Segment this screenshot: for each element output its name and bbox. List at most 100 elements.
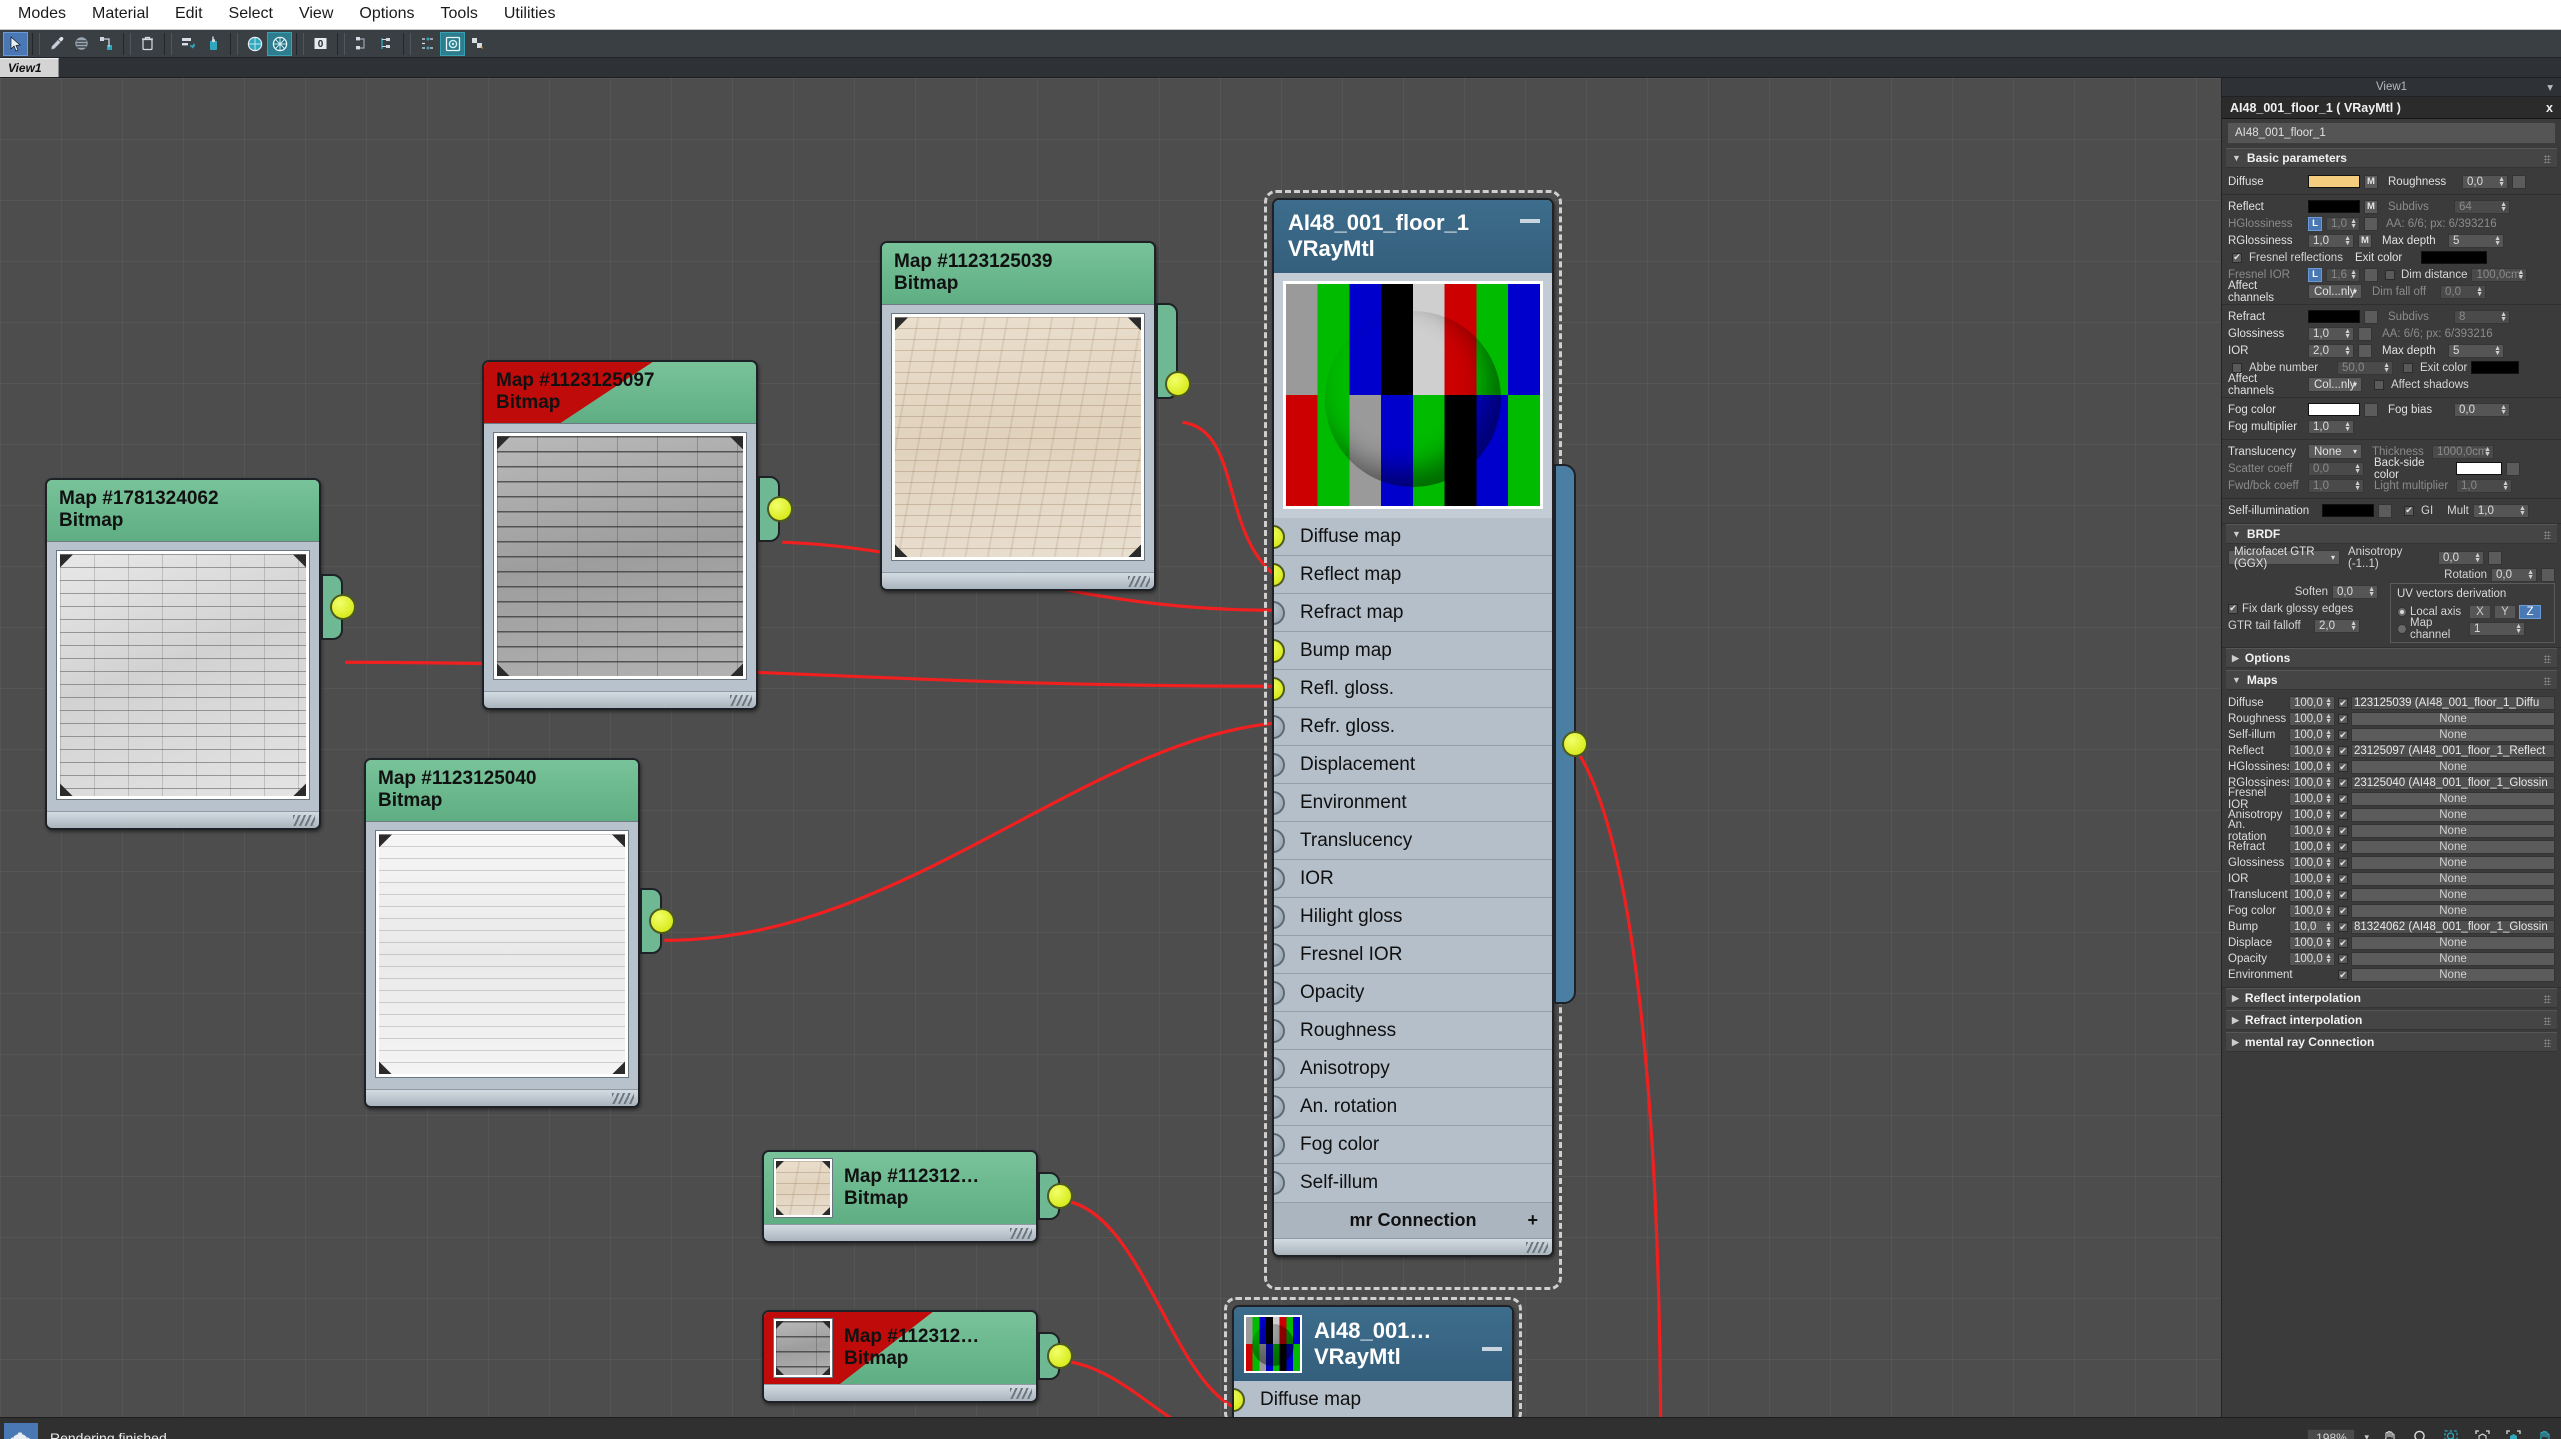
slot-socket[interactable] bbox=[1274, 1132, 1285, 1157]
map-enable-checkbox[interactable]: ✔ bbox=[2338, 778, 2348, 788]
map-enable-checkbox[interactable]: ✔ bbox=[2338, 762, 2348, 772]
slot-ior[interactable]: IOR bbox=[1274, 860, 1552, 898]
dim-distance-spinner[interactable]: 100,0cm ▲ ▼ bbox=[2471, 267, 2528, 282]
map-enable-checkbox[interactable]: ✔ bbox=[2338, 746, 2348, 756]
select-by-material-icon[interactable] bbox=[440, 31, 465, 56]
node-header[interactable]: Map #1123125040 Bitmap bbox=[366, 760, 638, 822]
slot-socket[interactable] bbox=[1274, 828, 1285, 853]
self-illumination-color-swatch[interactable] bbox=[2322, 504, 2374, 517]
gtr-tail-falloff-spinner[interactable]: 2,0 ▲ ▼ bbox=[2314, 618, 2360, 633]
map-amount-spinner[interactable]: 100,0 ▲ ▼ bbox=[2289, 872, 2335, 886]
slot-socket[interactable] bbox=[1274, 1171, 1285, 1195]
affect-channels-dropdown[interactable]: Col...nly ▾ bbox=[2308, 284, 2362, 299]
scatter-coeff-spinner[interactable]: 0,0 ▲ ▼ bbox=[2308, 461, 2364, 476]
node-header[interactable]: Map #1123125039 Bitmap bbox=[882, 243, 1154, 305]
map-enable-checkbox[interactable]: ✔ bbox=[2338, 906, 2348, 916]
rollout-refract-interpolation[interactable]: ▶ Refract interpolation bbox=[2226, 1010, 2557, 1030]
node-header[interactable]: Map #112312… Bitmap bbox=[764, 1312, 1036, 1384]
chevron-down-icon[interactable]: ▾ bbox=[2364, 1432, 2369, 1439]
map-enable-checkbox[interactable]: ✔ bbox=[2338, 714, 2348, 724]
map-enable-checkbox[interactable]: ✔ bbox=[2338, 858, 2348, 868]
fresnel-ior-spinner[interactable]: 1,6 ▲ ▼ bbox=[2326, 267, 2360, 282]
roughness-spinner[interactable]: 0,0 ▲ ▼ bbox=[2462, 174, 2508, 189]
node-minimize-button[interactable] bbox=[1482, 1346, 1502, 1351]
map-enable-checkbox[interactable]: ✔ bbox=[2338, 970, 2348, 980]
slot-socket[interactable] bbox=[1274, 866, 1285, 891]
map-amount-spinner[interactable]: 100,0 ▲ ▼ bbox=[2289, 824, 2335, 838]
zoom-extents-selected-icon[interactable] bbox=[2502, 1427, 2524, 1439]
map-amount-spinner[interactable]: 100,0 ▲ ▼ bbox=[2289, 728, 2335, 742]
dim-falloff-spinner[interactable]: 0,0 ▲ ▼ bbox=[2440, 284, 2486, 299]
node-output-socket[interactable] bbox=[1047, 1343, 1073, 1369]
roughness-map-button[interactable]: M bbox=[2512, 174, 2526, 189]
refract-color-swatch[interactable] bbox=[2308, 310, 2360, 323]
menu-item-options[interactable]: Options bbox=[347, 3, 428, 26]
ior-spinner[interactable]: 2,0 ▲ ▼ bbox=[2308, 343, 2354, 358]
fog-color-swatch[interactable] bbox=[2308, 403, 2360, 416]
slot-refr-gloss[interactable]: Refr. gloss. bbox=[1274, 708, 1552, 746]
map-slot-button[interactable]: None bbox=[2351, 712, 2555, 726]
node-scrollbar[interactable] bbox=[764, 1224, 1036, 1241]
slot-socket[interactable] bbox=[1274, 524, 1285, 549]
node-canvas[interactable]: Map #1781324062 Bitmap Map #1123125097 B… bbox=[0, 78, 2221, 1417]
reflect-map-button[interactable]: M bbox=[2364, 199, 2378, 214]
map-slot-button[interactable]: None bbox=[2351, 936, 2555, 950]
bitmap-node-112312-a[interactable]: Map #112312… Bitmap bbox=[762, 1150, 1073, 1243]
slot-socket[interactable] bbox=[1274, 980, 1285, 1005]
map-enable-checkbox[interactable]: ✔ bbox=[2338, 938, 2348, 948]
map-amount-spinner[interactable]: 100,0 ▲ ▼ bbox=[2289, 856, 2335, 870]
bitmap-node-112312-b[interactable]: Map #112312… Bitmap bbox=[762, 1310, 1073, 1403]
zoom-region-icon[interactable] bbox=[2440, 1427, 2462, 1439]
rotation-spinner[interactable]: 0,0 ▲ ▼ bbox=[2491, 567, 2537, 582]
anisotropy-spinner[interactable]: 0,0 ▲ ▼ bbox=[2438, 550, 2484, 565]
map-amount-spinner[interactable]: 100,0 ▲ ▼ bbox=[2289, 888, 2335, 902]
map-enable-checkbox[interactable]: ✔ bbox=[2338, 890, 2348, 900]
node-scrollbar[interactable] bbox=[366, 1089, 638, 1107]
material-preview[interactable] bbox=[1283, 281, 1543, 509]
soften-spinner[interactable]: 0,0 ▲ ▼ bbox=[2332, 584, 2378, 599]
bitmap-node-1123125039[interactable]: Map #1123125039 Bitmap bbox=[880, 241, 1191, 592]
refract-affect-channels-dropdown[interactable]: Col...nly ▾ bbox=[2308, 377, 2362, 392]
material-preview[interactable] bbox=[1244, 1315, 1302, 1373]
map-slot-button[interactable]: 23125097 (AI48_001_floor_1_Reflect bbox=[2351, 744, 2555, 758]
map-amount-spinner[interactable]: 100,0 ▲ ▼ bbox=[2289, 744, 2335, 758]
map-slot-button[interactable]: None bbox=[2351, 904, 2555, 918]
slot-refract-map[interactable]: Refract map bbox=[1274, 594, 1552, 632]
node-header[interactable]: Map #1781324062 Bitmap bbox=[47, 480, 319, 542]
map-amount-spinner[interactable]: 100,0 ▲ ▼ bbox=[2289, 696, 2335, 710]
menu-item-select[interactable]: Select bbox=[217, 3, 287, 26]
mr-connection-rollout[interactable]: mr Connection + bbox=[1274, 1202, 1552, 1238]
exit-color-swatch[interactable] bbox=[2420, 251, 2487, 264]
node-output-socket[interactable] bbox=[649, 908, 675, 934]
map-channel-spinner[interactable]: 1 ▲ ▼ bbox=[2469, 621, 2525, 636]
node-header[interactable]: AI48_001… VRayMtl bbox=[1234, 1307, 1512, 1381]
slot-displacement[interactable]: Displacement bbox=[1274, 746, 1552, 784]
brdf-type-dropdown[interactable]: Microfacet GTR (GGX) ▾ bbox=[2228, 546, 2340, 570]
map-slot-button[interactable]: 123125039 (AI48_001_floor_1_Diffu bbox=[2351, 696, 2555, 710]
show-background-icon[interactable] bbox=[267, 31, 292, 56]
delete-selected-icon[interactable] bbox=[135, 32, 160, 56]
slot-socket[interactable] bbox=[1274, 904, 1285, 929]
close-icon[interactable]: x bbox=[2546, 101, 2553, 115]
map-slot-button[interactable]: None bbox=[2351, 728, 2555, 742]
map-slot-button[interactable]: 81324062 (AI48_001_floor_1_Glossin bbox=[2351, 920, 2555, 934]
panel-view-selector[interactable]: View1 ▾ bbox=[2222, 78, 2561, 97]
map-slot-button[interactable]: None bbox=[2351, 760, 2555, 774]
axis-z-button[interactable]: Z bbox=[2519, 604, 2541, 619]
map-slot-button[interactable]: None bbox=[2351, 856, 2555, 870]
map-slot-button[interactable]: None bbox=[2351, 808, 2555, 822]
material-name-field[interactable]: AI48_001_floor_1 bbox=[2227, 122, 2556, 144]
node-scrollbar[interactable] bbox=[47, 811, 319, 829]
hglossiness-spinner[interactable]: 1,0 ▲ ▼ bbox=[2326, 216, 2360, 231]
slot-socket[interactable] bbox=[1274, 1018, 1285, 1043]
slot-socket[interactable] bbox=[1274, 600, 1285, 625]
slot-opacity[interactable]: Opacity bbox=[1274, 974, 1552, 1012]
view-tab-view1[interactable]: View1 bbox=[0, 58, 59, 77]
affect-shadows-checkbox[interactable] bbox=[2374, 379, 2384, 390]
map-enable-checkbox[interactable]: ✔ bbox=[2338, 730, 2348, 740]
slot-fog-color[interactable]: Fog color bbox=[1274, 1126, 1552, 1164]
map-amount-spinner[interactable]: 100,0 ▲ ▼ bbox=[2289, 840, 2335, 854]
menu-item-edit[interactable]: Edit bbox=[163, 3, 217, 26]
slot-fresnel-ior[interactable]: Fresnel IOR bbox=[1274, 936, 1552, 974]
back-side-color-map-button[interactable]: M bbox=[2506, 461, 2520, 476]
